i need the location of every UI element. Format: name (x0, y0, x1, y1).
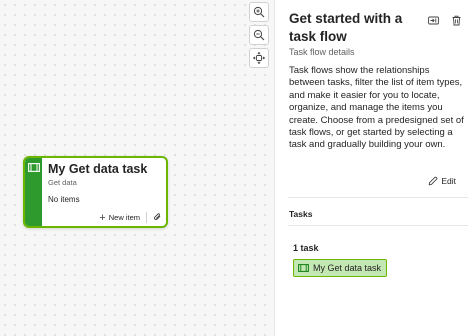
zoom-toolbar (249, 2, 269, 68)
zoom-in-button[interactable] (249, 2, 269, 22)
attach-item-button[interactable] (153, 209, 162, 227)
get-data-icon (298, 264, 309, 272)
panel-subtitle: Task flow details (289, 47, 355, 57)
panel-description: Task flows show the relationships betwee… (289, 65, 464, 151)
zoom-out-icon (253, 29, 265, 41)
get-data-icon (27, 163, 40, 172)
zoom-in-icon (253, 6, 265, 18)
task-card-subtitle: Get data (48, 178, 77, 187)
task-flow-details-panel: Get started with a task flow Task flow d… (276, 0, 474, 336)
task-chip-label: My Get data task (313, 263, 382, 273)
new-item-label: New item (108, 213, 140, 222)
trash-icon (452, 15, 461, 26)
plus-icon: + (99, 211, 106, 224)
task-card-title: My Get data task (48, 162, 148, 176)
task-card-footer: + New item (42, 209, 166, 226)
task-card-stripe (25, 158, 42, 226)
tasks-section-label: Tasks (289, 209, 313, 219)
import-button[interactable] (428, 13, 439, 31)
task-flow-canvas[interactable]: My Get data task Get data No items + New… (0, 0, 275, 336)
task-chip[interactable]: My Get data task (293, 259, 388, 277)
task-card-items-text: No items (48, 195, 80, 204)
zoom-out-button[interactable] (249, 25, 269, 45)
import-icon (428, 16, 439, 25)
fit-to-screen-icon (253, 52, 265, 64)
edit-label: Edit (441, 176, 456, 186)
paperclip-icon (154, 212, 161, 220)
panel-actions (428, 13, 462, 31)
panel-title: Get started with a task flow (289, 11, 403, 44)
task-card-body: My Get data task Get data No items + New… (42, 158, 166, 226)
delete-button[interactable] (451, 13, 462, 31)
footer-divider (146, 212, 147, 223)
task-card[interactable]: My Get data task Get data No items + New… (23, 156, 168, 228)
section-divider (288, 197, 468, 198)
new-item-button[interactable]: + New item (99, 211, 140, 224)
fit-to-screen-button[interactable] (249, 48, 269, 68)
tasks-header-divider (288, 225, 468, 226)
pencil-icon (428, 176, 438, 186)
edit-button[interactable]: Edit (428, 176, 456, 186)
task-count: 1 task (293, 243, 319, 253)
